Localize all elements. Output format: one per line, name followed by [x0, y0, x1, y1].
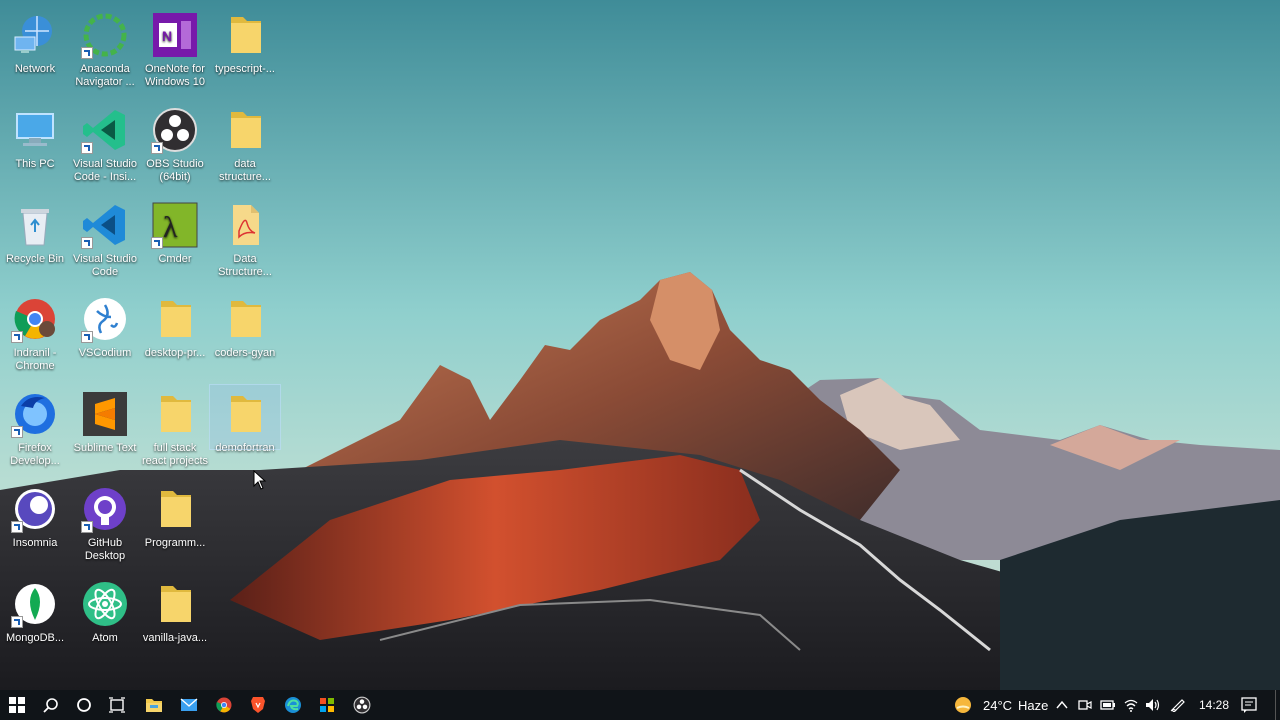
desktop-icon-coders-gyan[interactable]: coders-gyan — [210, 290, 280, 360]
desktop-icon-cmder[interactable]: λ Cmder — [140, 196, 210, 266]
desktop-icon-recycle-bin[interactable]: Recycle Bin — [0, 196, 70, 266]
clock[interactable]: 14:28 — [1199, 698, 1229, 712]
desktop-icon-vscode-insiders[interactable]: Visual Studio Code - Insi... — [70, 101, 140, 184]
notification-icon[interactable] — [1241, 697, 1257, 713]
show-desktop-button[interactable] — [1275, 690, 1276, 720]
start-button[interactable] — [0, 690, 34, 720]
desktop-icon-desktop-pr[interactable]: desktop-pr... — [140, 290, 210, 360]
obs-icon — [353, 696, 371, 714]
desktop-icon-typescript[interactable]: typescript-... — [210, 6, 280, 76]
desktop-icon-vanilla-java[interactable]: vanilla-java... — [140, 575, 210, 645]
desktop-icon-programm[interactable]: Programm... — [140, 480, 210, 550]
windows-store-icon — [320, 698, 334, 712]
desktop-icon-obs[interactable]: OBS Studio (64bit) — [140, 101, 210, 184]
firefox-dev-icon — [11, 390, 59, 438]
brave-icon — [251, 697, 265, 713]
onenote-icon: N — [151, 11, 199, 59]
recycle-bin-icon — [11, 201, 59, 249]
desktop-icon-vscodium[interactable]: VSCodium — [70, 290, 140, 360]
cmder-icon: λ — [151, 201, 199, 249]
weather-widget[interactable] — [954, 696, 972, 719]
search-icon — [43, 698, 58, 713]
edge-icon — [285, 697, 301, 713]
vscode-icon — [81, 201, 129, 249]
battery-icon[interactable] — [1100, 699, 1116, 711]
atom-icon — [81, 580, 129, 628]
chevron-up-icon[interactable] — [1056, 700, 1068, 710]
desktop-icon-insomnia[interactable]: Insomnia — [0, 480, 70, 550]
task-view-button[interactable] — [100, 690, 134, 720]
weather-condition[interactable]: Haze — [1018, 698, 1048, 713]
insomnia-icon — [11, 485, 59, 533]
mail-icon — [180, 698, 198, 711]
taskbar-mail[interactable] — [172, 690, 206, 720]
pdf-file-icon — [221, 201, 269, 249]
sublime-icon — [81, 390, 129, 438]
network-icon — [11, 11, 59, 59]
this-pc-icon — [11, 106, 59, 154]
folder-icon — [151, 485, 199, 533]
desktop-icon-full-stack[interactable]: full stack react projects — [140, 385, 210, 468]
taskbar-file-explorer[interactable] — [137, 690, 171, 720]
meet-now-icon[interactable] — [1078, 698, 1092, 712]
svg-text:λ: λ — [163, 211, 178, 244]
wifi-icon[interactable] — [1124, 698, 1138, 712]
file-explorer-icon — [146, 699, 162, 712]
taskbar-obs[interactable] — [345, 690, 379, 720]
search-button[interactable] — [34, 690, 68, 720]
vscodium-icon — [81, 295, 129, 343]
folder-icon — [221, 390, 269, 438]
taskbar-chrome[interactable] — [207, 690, 241, 720]
desktop-icon-demofortran[interactable]: demofortran — [209, 384, 281, 454]
cortana-icon — [77, 698, 91, 712]
folder-icon — [151, 580, 199, 628]
vscode-insiders-icon — [81, 106, 129, 154]
github-icon — [81, 485, 129, 533]
desktop-icon-data-structure-pdf[interactable]: Data Structure... — [210, 196, 280, 279]
mouse-cursor — [253, 470, 267, 490]
folder-icon — [221, 295, 269, 343]
folder-icon — [221, 11, 269, 59]
folder-icon — [151, 295, 199, 343]
taskbar-edge[interactable] — [276, 690, 310, 720]
cortana-button[interactable] — [67, 690, 101, 720]
desktop-icon-network[interactable]: Network — [0, 6, 70, 76]
folder-icon — [151, 390, 199, 438]
weather-temp[interactable]: 24°C — [983, 698, 1012, 713]
desktop-icon-atom[interactable]: Atom — [70, 575, 140, 645]
desktop-icon-data-structure-folder[interactable]: data structure... — [210, 101, 280, 184]
start-icon — [9, 697, 25, 713]
desktop: Network This PC Recycle Bin Indranil - C… — [0, 0, 1280, 690]
desktop-icon-mongodb[interactable]: MongoDB... — [0, 575, 70, 645]
desktop-icon-this-pc[interactable]: This PC — [0, 101, 70, 171]
desktop-icon-vscode[interactable]: Visual Studio Code — [70, 196, 140, 279]
weather-sun-icon — [955, 697, 971, 713]
svg-text:N: N — [162, 28, 172, 44]
desktop-icon-github-desktop[interactable]: GitHub Desktop — [70, 480, 140, 563]
desktop-icon-firefox-dev[interactable]: Firefox Develop... — [0, 385, 70, 468]
taskbar: 24°C Haze 14:28 — [0, 690, 1280, 720]
obs-icon — [151, 106, 199, 154]
taskbar-store[interactable] — [310, 690, 344, 720]
chrome-icon — [216, 697, 232, 713]
pen-icon[interactable] — [1170, 698, 1186, 712]
desktop-icon-chrome[interactable]: Indranil - Chrome — [0, 290, 70, 373]
mongodb-icon — [11, 580, 59, 628]
desktop-icon-onenote[interactable]: N OneNote for Windows 10 — [140, 6, 210, 89]
volume-icon[interactable] — [1145, 698, 1161, 712]
desktop-icon-sublime[interactable]: Sublime Text — [70, 385, 140, 455]
taskbar-brave[interactable] — [241, 690, 275, 720]
task-view-icon — [109, 697, 125, 713]
anaconda-icon — [81, 11, 129, 59]
chrome-icon — [11, 295, 59, 343]
folder-icon — [221, 106, 269, 154]
desktop-icon-anaconda[interactable]: Anaconda Navigator ... — [70, 6, 140, 89]
